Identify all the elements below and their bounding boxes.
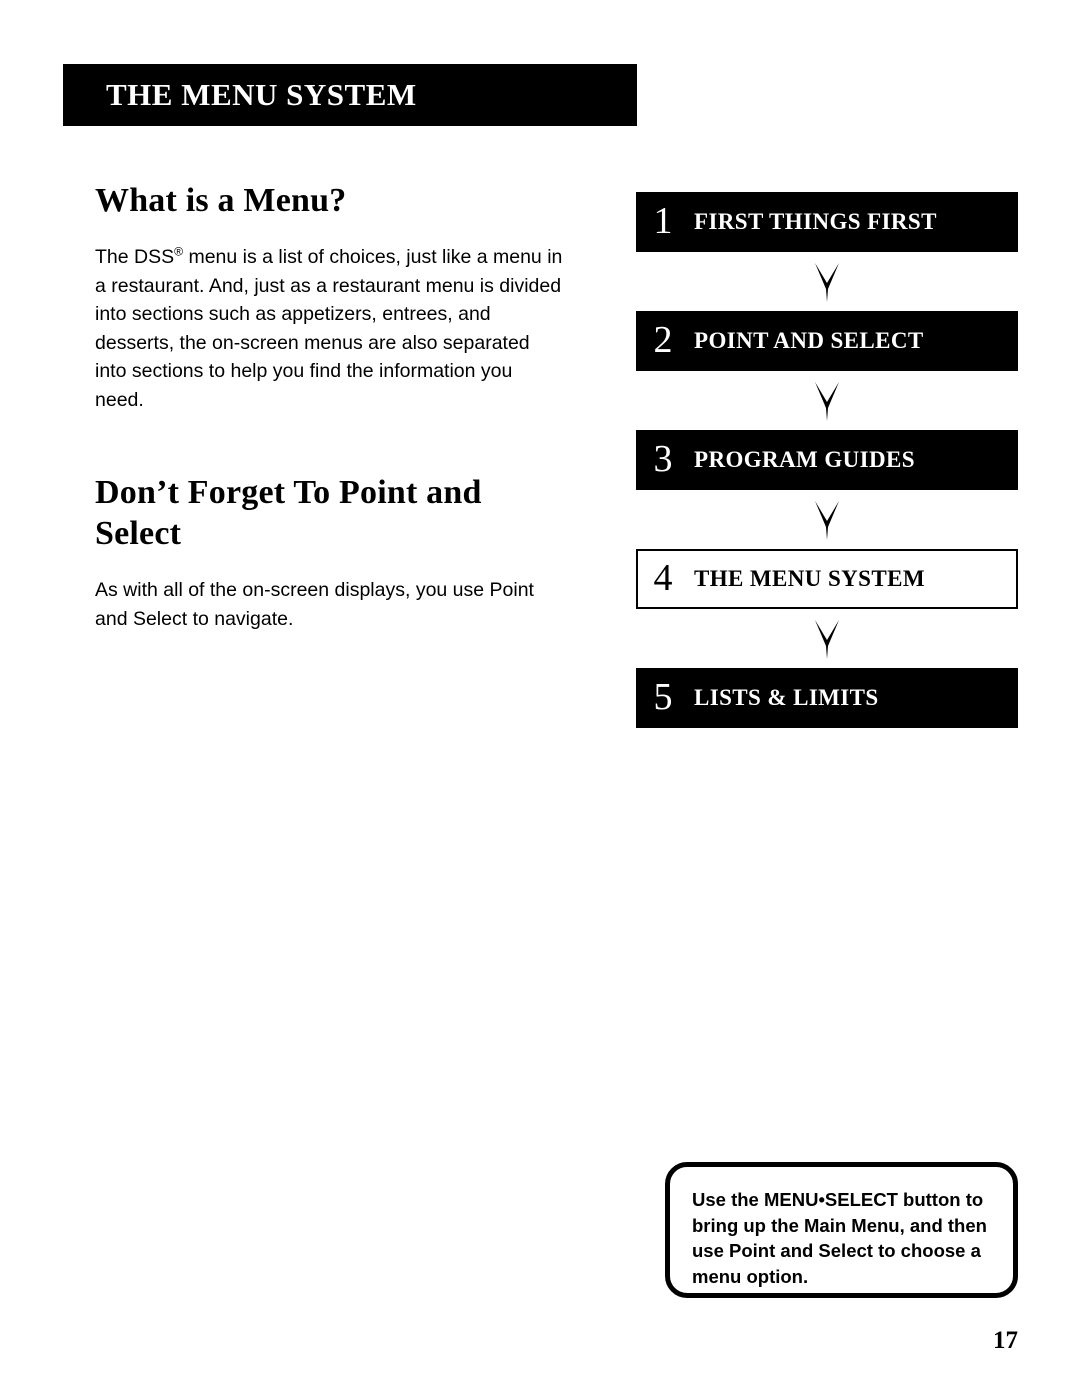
page-number: 17 [993, 1327, 1018, 1354]
chapter-header-bar: THE MENU SYSTEM [63, 64, 637, 126]
flowchart-step-lists-and-limits[interactable]: 5 LISTS & LIMITS [636, 668, 1018, 728]
flowchart-step-point-and-select[interactable]: 2 POINT AND SELECT [636, 311, 1018, 371]
section-paragraph-dont-forget: As with all of the on-screen displays, y… [95, 579, 534, 630]
tip-callout-text: Use the MENU•SELECT button to bring up t… [692, 1189, 987, 1287]
flowchart-step-number: 3 [653, 438, 673, 480]
flowchart-step-first-things-first[interactable]: 1 FIRST THINGS FIRST [636, 192, 1018, 252]
chevron-down-arrow-icon [814, 619, 840, 659]
flowchart-step-label: LISTS & LIMITS [694, 685, 879, 710]
section-heading-dont-forget: Don’t Forget To Point and Select [95, 474, 482, 552]
flowchart-step-number: 2 [653, 319, 673, 361]
chevron-down-arrow-icon [814, 500, 840, 540]
chevron-down-arrow-icon [814, 262, 840, 302]
flowchart-step-program-guides[interactable]: 3 PROGRAM GUIDES [636, 430, 1018, 490]
flowchart-step-number: 4 [653, 557, 673, 599]
flowchart-connector-4 [636, 609, 1018, 668]
flowchart-step-label: THE MENU SYSTEM [694, 566, 925, 591]
flowchart-step-the-menu-system[interactable]: 4 THE MENU SYSTEM [636, 549, 1018, 609]
article-body: What is a Menu? The DSS® menu is a list … [95, 180, 565, 633]
registered-trademark-icon: ® [174, 244, 184, 259]
flowchart-connector-2 [636, 371, 1018, 430]
section-dont-forget-to-point-and-select: Don’t Forget To Point and Select As with… [95, 472, 565, 633]
flowchart-connector-3 [636, 490, 1018, 549]
section-paragraph-what-is-a-menu: The DSS® menu is a list of choices, just… [95, 243, 565, 414]
flowchart-step-number: 5 [653, 676, 673, 718]
paragraph-text-lead: The DSS [95, 246, 175, 268]
section-heading-what-is-a-menu: What is a Menu? [95, 182, 347, 219]
chevron-down-arrow-icon [814, 381, 840, 421]
chapter-flowchart: 1 FIRST THINGS FIRST 2 POINT AND SELECT … [636, 192, 1018, 728]
section-what-is-a-menu: What is a Menu? The DSS® menu is a list … [95, 180, 565, 414]
flowchart-step-label: PROGRAM GUIDES [694, 447, 915, 472]
flowchart-step-label: FIRST THINGS FIRST [694, 209, 937, 234]
flowchart-step-label: POINT AND SELECT [694, 328, 924, 353]
tip-callout-box: Use the MENU•SELECT button to bring up t… [665, 1162, 1018, 1298]
chapter-title: THE MENU SYSTEM [106, 77, 417, 112]
flowchart-connector-1 [636, 252, 1018, 311]
flowchart-step-number: 1 [653, 200, 673, 242]
paragraph-text-rest: menu is a list of choices, just like a m… [95, 246, 563, 411]
